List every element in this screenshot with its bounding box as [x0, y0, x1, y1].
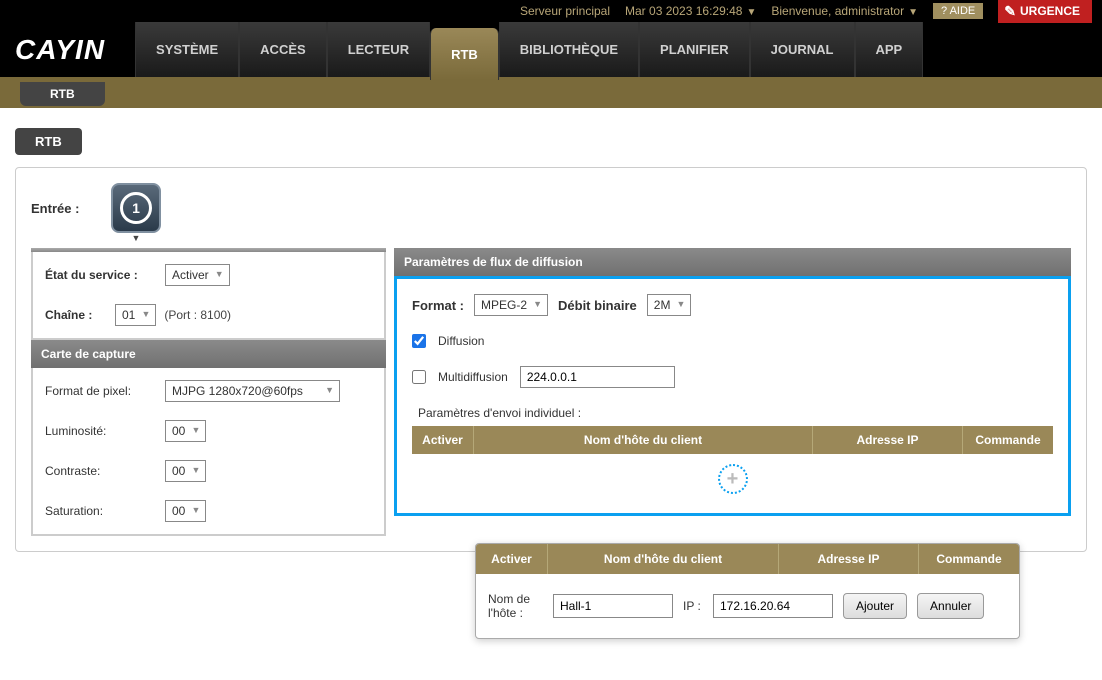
etat-label: État du service :	[45, 268, 165, 282]
logo: CAYIN	[15, 34, 105, 66]
luminosite-label: Luminosité:	[45, 424, 165, 438]
client-table-header: Activer Nom d'hôte du client Adresse IP …	[412, 426, 1053, 454]
page-title: RTB	[15, 128, 82, 155]
entry-selector[interactable]: 1	[111, 183, 161, 233]
stream-header: Paramètres de flux de diffusion	[394, 248, 1071, 276]
left-column: État du service : Activer Chaîne : 01 (P…	[31, 248, 386, 536]
stream-box: Format : MPEG-2 Débit binaire 2M Diffusi…	[394, 276, 1071, 516]
nav-systeme[interactable]: SYSTÈME	[135, 22, 239, 77]
saturation-label: Saturation:	[45, 504, 165, 518]
urgence-button[interactable]: URGENCE	[998, 0, 1092, 23]
chevron-down-icon: ▼	[746, 7, 756, 18]
popup-host-label: Nom de l'hôte :	[488, 592, 543, 620]
subtab-rtb[interactable]: RTB	[20, 82, 105, 106]
help-button[interactable]: ? AIDE	[933, 3, 983, 19]
chaine-select[interactable]: 01	[115, 304, 156, 326]
entry-number: 1	[120, 192, 152, 224]
popup-th-activer: Activer	[476, 544, 548, 574]
datetime-dropdown[interactable]: Mar 03 2023 16:29:48▼	[625, 4, 756, 18]
saturation-select[interactable]: 00	[165, 500, 206, 522]
etat-select[interactable]: Activer	[165, 264, 230, 286]
chaine-label: Chaîne :	[45, 308, 115, 322]
nav-bibliotheque[interactable]: BIBLIOTHÈQUE	[499, 22, 639, 77]
format-label: Format :	[412, 298, 464, 313]
luminosite-select[interactable]: 00	[165, 420, 206, 442]
send-params: Paramètres d'envoi individuel : Activer …	[412, 406, 1053, 498]
topbar: Serveur principal Mar 03 2023 16:29:48▼ …	[0, 0, 1102, 22]
main-nav: SYSTÈME ACCÈS LECTEUR RTB BIBLIOTHÈQUE P…	[135, 22, 923, 77]
popup-th-cmd: Commande	[919, 544, 1019, 574]
contraste-label: Contraste:	[45, 464, 165, 478]
multidiffusion-label: Multidiffusion	[438, 370, 508, 384]
add-client-button[interactable]: +	[718, 464, 748, 494]
add-row: +	[412, 454, 1053, 498]
bitrate-label: Débit binaire	[558, 298, 637, 313]
th-ip: Adresse IP	[813, 426, 963, 454]
popup-ip-input[interactable]	[713, 594, 833, 618]
contraste-select[interactable]: 00	[165, 460, 206, 482]
nav-app[interactable]: APP	[855, 22, 924, 77]
popup-header: Activer Nom d'hôte du client Adresse IP …	[476, 544, 1019, 574]
popup-ip-label: IP :	[683, 599, 703, 613]
format-select[interactable]: MPEG-2	[474, 294, 548, 316]
multidiffusion-checkbox[interactable]	[412, 370, 426, 384]
header: CAYIN SYSTÈME ACCÈS LECTEUR RTB BIBLIOTH…	[0, 22, 1102, 80]
entry-row: Entrée : 1	[31, 183, 1071, 233]
content: RTB Entrée : 1 État du service : Activer…	[0, 108, 1102, 572]
popup-host-input[interactable]	[553, 594, 673, 618]
th-activer: Activer	[412, 426, 474, 454]
chevron-down-icon: ▼	[908, 7, 918, 18]
nav-rtb[interactable]: RTB	[430, 28, 499, 80]
cancel-button[interactable]: Annuler	[917, 593, 984, 619]
add-client-popup: Activer Nom d'hôte du client Adresse IP …	[475, 543, 1020, 639]
capture-section: Format de pixel: MJPG 1280x720@60fps Lum…	[31, 368, 386, 536]
capture-header: Carte de capture	[31, 340, 386, 368]
main-panel: Entrée : 1 État du service : Activer Cha…	[15, 167, 1087, 552]
nav-journal[interactable]: JOURNAL	[750, 22, 855, 77]
entry-label: Entrée :	[31, 201, 91, 216]
service-section: État du service : Activer Chaîne : 01 (P…	[31, 252, 386, 340]
popup-th-ip: Adresse IP	[779, 544, 919, 574]
th-nom: Nom d'hôte du client	[474, 426, 813, 454]
add-button[interactable]: Ajouter	[843, 593, 907, 619]
th-cmd: Commande	[963, 426, 1053, 454]
nav-lecteur[interactable]: LECTEUR	[327, 22, 430, 77]
pixel-label: Format de pixel:	[45, 384, 165, 398]
popup-th-nom: Nom d'hôte du client	[548, 544, 779, 574]
multidiffusion-input[interactable]	[520, 366, 675, 388]
nav-acces[interactable]: ACCÈS	[239, 22, 327, 77]
diffusion-checkbox[interactable]	[412, 334, 426, 348]
port-text: (Port : 8100)	[164, 308, 231, 322]
subnav: RTB	[0, 80, 1102, 108]
right-column: Paramètres de flux de diffusion Format :…	[394, 248, 1071, 536]
pixel-select[interactable]: MJPG 1280x720@60fps	[165, 380, 340, 402]
diffusion-label: Diffusion	[438, 334, 484, 348]
popup-body: Nom de l'hôte : IP : Ajouter Annuler	[476, 574, 1019, 638]
server-label: Serveur principal	[520, 4, 610, 18]
user-dropdown[interactable]: Bienvenue, administrator▼	[771, 4, 918, 18]
bitrate-select[interactable]: 2M	[647, 294, 692, 316]
send-params-label: Paramètres d'envoi individuel :	[418, 406, 1053, 420]
nav-planifier[interactable]: PLANIFIER	[639, 22, 750, 77]
